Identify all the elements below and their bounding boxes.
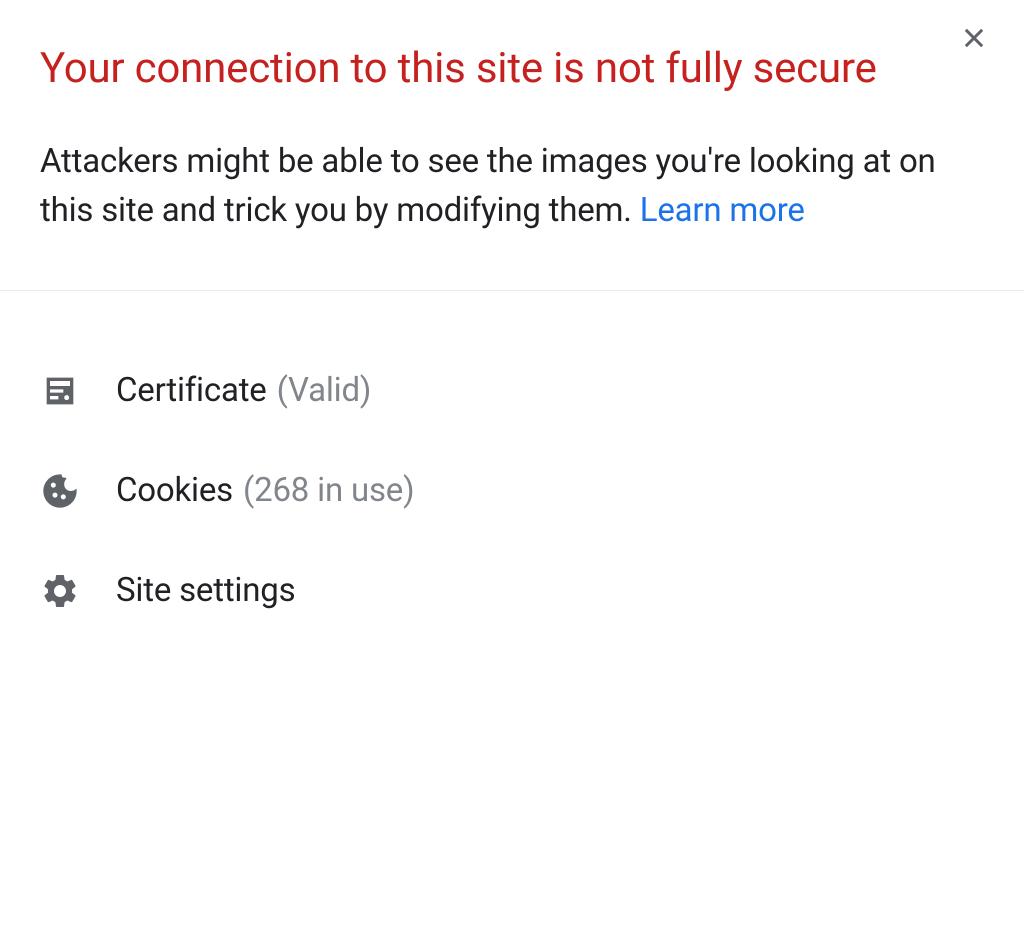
security-warning-title: Your connection to this site is not full…: [40, 40, 984, 99]
site-settings-item[interactable]: Site settings: [40, 541, 984, 641]
gear-icon: [40, 571, 80, 611]
certificate-icon: [40, 371, 80, 411]
learn-more-link[interactable]: Learn more: [640, 191, 805, 230]
close-icon: [960, 24, 988, 56]
cookies-label: Cookies: [116, 471, 233, 510]
cookie-icon: [40, 471, 80, 511]
cookies-item[interactable]: Cookies (268 in use): [40, 441, 984, 541]
site-settings-label: Site settings: [116, 571, 295, 610]
close-button[interactable]: [956, 22, 992, 58]
certificate-status: (Valid): [277, 371, 372, 410]
security-warning-description: Attackers might be able to see the image…: [40, 137, 984, 236]
site-info-popup: Your connection to this site is not full…: [0, 0, 1024, 641]
certificate-label: Certificate: [116, 371, 267, 410]
certificate-item[interactable]: Certificate (Valid): [40, 341, 984, 441]
site-info-items: Certificate (Valid) Cookies (268 in use)…: [40, 291, 984, 641]
cookies-status: (268 in use): [243, 471, 414, 510]
